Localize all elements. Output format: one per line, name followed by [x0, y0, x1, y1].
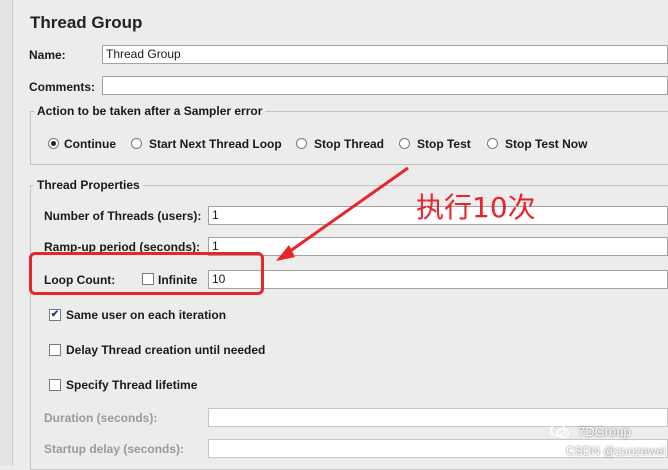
watermark-brand: 7DGroup: [578, 424, 631, 439]
watermark-credit: CSDN @zuozewei: [566, 444, 666, 458]
wechat-icon: [550, 423, 570, 439]
annotation-text: 执行10次: [416, 191, 536, 224]
annotation-arrow-icon: [276, 166, 409, 261]
